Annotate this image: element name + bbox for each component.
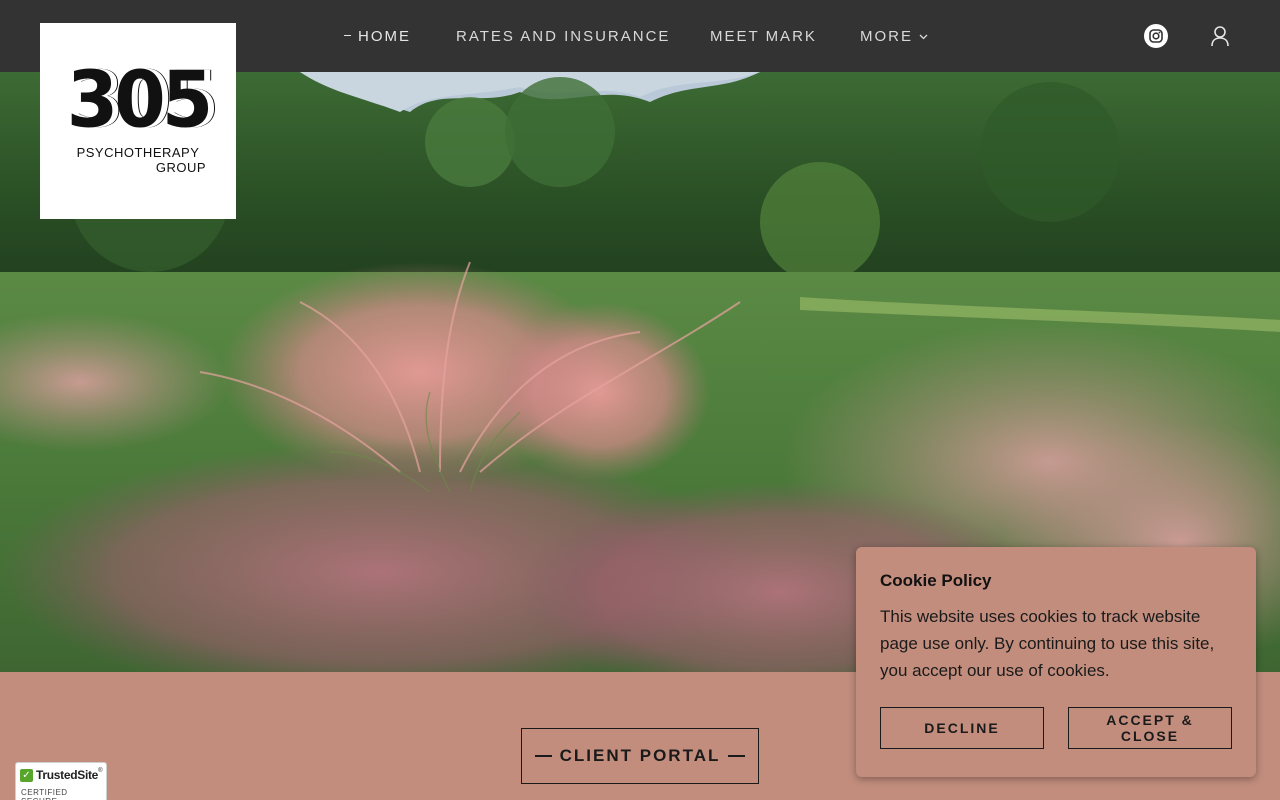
cookie-policy-dialog: Cookie Policy This website uses cookies …: [856, 547, 1256, 777]
dash-decoration: [534, 755, 552, 757]
site-logo[interactable]: 305 PSYCHOTHERAPY GROUP: [40, 23, 236, 219]
chevron-down-icon: [919, 32, 928, 43]
decline-button[interactable]: DECLINE: [880, 707, 1044, 749]
trustedsite-name: TrustedSite: [36, 768, 99, 782]
dash-decoration: [728, 755, 746, 757]
trademark-symbol: ®: [98, 768, 103, 774]
user-icon[interactable]: [1208, 24, 1232, 48]
nav-meet-mark-link[interactable]: MEET MARK: [710, 28, 817, 45]
instagram-icon[interactable]: [1144, 24, 1168, 48]
nav-more-label: MORE: [860, 28, 913, 45]
cookie-body: This website uses cookies to track websi…: [880, 607, 1215, 680]
nav-home-link[interactable]: HOME: [344, 28, 411, 45]
nav-more-dropdown[interactable]: MORE: [860, 28, 928, 45]
client-portal-button[interactable]: CLIENT PORTAL: [521, 728, 759, 784]
logo-line-2: GROUP: [155, 160, 206, 175]
checkmark-icon: ✓: [20, 768, 33, 782]
client-portal-label: CLIENT PORTAL: [559, 746, 721, 765]
active-indicator: [344, 34, 351, 36]
accept-label-line-1: ACCEPT &: [1106, 712, 1194, 728]
cookie-title: Cookie Policy: [880, 571, 992, 590]
trustedsite-badge[interactable]: ✓ TrustedSite® CERTIFIED SECURE: [15, 762, 107, 800]
logo-number: 305: [66, 54, 213, 146]
nav-rates-link[interactable]: RATES AND INSURANCE: [456, 28, 670, 45]
accept-close-button[interactable]: ACCEPT & CLOSE: [1068, 707, 1232, 749]
nav-home-label: HOME: [358, 28, 411, 45]
trustedsite-subtitle: CERTIFIED SECURE: [21, 788, 68, 800]
logo-line-1: PSYCHOTHERAPY: [76, 145, 200, 160]
accept-label-line-2: CLOSE: [1120, 728, 1180, 744]
